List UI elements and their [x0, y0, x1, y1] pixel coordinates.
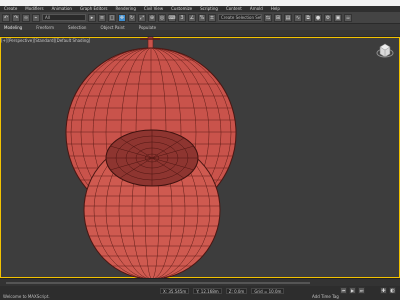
render-button[interactable]: ☕: [344, 13, 352, 22]
grid-size-readout: Grid = 10.0m: [251, 288, 285, 294]
shade-opening: [105, 129, 199, 187]
tab-freeform[interactable]: Freeform: [36, 25, 54, 30]
link-button[interactable]: ∞: [22, 13, 30, 22]
viewcube-icon[interactable]: [376, 42, 394, 60]
move-tool-button[interactable]: ✥: [118, 13, 126, 22]
tab-object-paint[interactable]: Object Paint: [100, 25, 124, 30]
curve-editor-button[interactable]: ∿: [294, 13, 302, 22]
go-to-start-icon[interactable]: ⏮: [340, 287, 347, 294]
redo-button[interactable]: ↷: [12, 13, 20, 22]
snap-toggle-button[interactable]: 3: [178, 13, 186, 22]
maxscript-listener[interactable]: Welcome to MAXScript.: [3, 294, 50, 299]
align-button[interactable]: ⊞: [274, 13, 282, 22]
tab-selection[interactable]: Selection: [68, 25, 86, 30]
layer-explorer-button[interactable]: ▤: [284, 13, 292, 22]
add-time-tag-button[interactable]: Add Time Tag: [312, 294, 339, 299]
undo-button[interactable]: ↶: [2, 13, 10, 22]
go-to-end-icon[interactable]: ⏭: [358, 287, 365, 294]
play-icon[interactable]: ▶: [349, 287, 356, 294]
rendered-frame-button[interactable]: ▣: [334, 13, 342, 22]
render-setup-button[interactable]: ⚙: [324, 13, 332, 22]
angle-snap-button[interactable]: ∠: [188, 13, 196, 22]
percent-snap-button[interactable]: %: [198, 13, 206, 22]
orbit-icon[interactable]: ◐: [389, 287, 396, 294]
rectangular-selection-button[interactable]: □: [108, 13, 116, 22]
tab-modeling[interactable]: Modeling: [4, 25, 22, 30]
coordinate-display: X: 35.545m Y: 12.168m Z: 0.0m Grid = 10.…: [160, 288, 285, 294]
ribbon-panel: [0, 30, 400, 37]
schematic-view-button[interactable]: ⧉: [304, 13, 312, 22]
main-toolbar: ↶ ↷ ∞ ⌁ All ▸ ≡ □ ✥ ↻ ⤢ ⊕ ◎ ⌨ 3 ∠ % ± Cr…: [0, 12, 400, 24]
status-bar: Welcome to MAXScript. X: 35.545m Y: 12.1…: [0, 286, 400, 300]
viewport-navigation: ✚ ◐: [380, 287, 396, 294]
material-editor-button[interactable]: ●: [314, 13, 322, 22]
playback-controls: ⏮ ▶ ⏭: [340, 287, 365, 294]
place-tool-button[interactable]: ⊕: [148, 13, 156, 22]
rotate-tool-button[interactable]: ↻: [128, 13, 136, 22]
scale-tool-button[interactable]: ⤢: [138, 13, 146, 22]
pan-icon[interactable]: ✚: [380, 287, 387, 294]
select-by-name-button[interactable]: ≡: [98, 13, 106, 22]
spinner-snap-button[interactable]: ±: [208, 13, 216, 22]
unlink-button[interactable]: ⌁: [32, 13, 40, 22]
named-selection-dropdown[interactable]: Create Selection Set: [218, 14, 262, 21]
keyboard-shortcut-button[interactable]: ⌨: [168, 13, 176, 22]
selection-filter-dropdown[interactable]: All: [42, 14, 86, 21]
mirror-button[interactable]: ⇆: [264, 13, 272, 22]
y-coordinate-field[interactable]: Y: 12.168m: [193, 288, 222, 294]
tab-populate[interactable]: Populate: [139, 25, 156, 30]
lamp-shade-model[interactable]: [40, 37, 270, 278]
select-object-button[interactable]: ▸: [88, 13, 96, 22]
x-coordinate-field[interactable]: X: 35.545m: [160, 288, 190, 294]
pivot-button[interactable]: ◎: [158, 13, 166, 22]
z-coordinate-field[interactable]: Z: 0.0m: [225, 288, 248, 294]
time-slider-track[interactable]: [6, 282, 310, 284]
